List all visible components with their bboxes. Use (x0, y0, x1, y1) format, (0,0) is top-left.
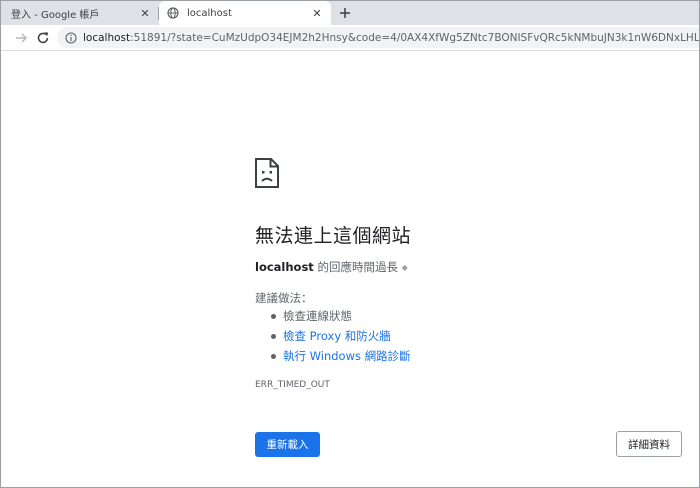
info-icon[interactable] (65, 31, 77, 44)
close-icon[interactable]: ✕ (309, 5, 325, 21)
summary-text: 的回應時間過長 (313, 260, 398, 274)
toolbar: localhost:51891/?state=CuMzUdpO34EJM2h2H… (1, 25, 700, 51)
close-icon[interactable]: ✕ (137, 5, 153, 21)
url-host: localhost (83, 31, 131, 44)
list-item: 檢查連線狀態 (255, 306, 411, 326)
suggestion-check-proxy-link[interactable]: 檢查 Proxy 和防火牆 (283, 329, 391, 343)
new-tab-button[interactable] (335, 3, 355, 23)
error-code: ERR_TIMED_OUT (255, 380, 330, 390)
address-bar[interactable]: localhost:51891/?state=CuMzUdpO34EJM2h2H… (57, 27, 700, 48)
reload-button[interactable] (33, 28, 53, 48)
list-item: 檢查 Proxy 和防火牆 (255, 326, 411, 346)
error-page: 無法連上這個網站 localhost 的回應時間過長 ◆ 建議做法： 檢查連線狀… (1, 51, 699, 487)
tab-google-login[interactable]: 登入 - Google 帳戶 ✕ (1, 1, 159, 25)
url-text: localhost:51891/?state=CuMzUdpO34EJM2h2H… (83, 31, 700, 44)
tab-localhost[interactable]: localhost ✕ (159, 1, 331, 25)
summary-host: localhost (255, 260, 314, 274)
list-item: 執行 Windows 網路診斷 (255, 346, 411, 366)
tab-strip: 登入 - Google 帳戶 ✕ localhost ✕ (1, 1, 699, 25)
plus-icon (340, 8, 350, 18)
url-rest: :51891/?state=CuMzUdpO34EJM2h2Hnsy&code=… (130, 31, 700, 44)
reload-icon (37, 32, 49, 44)
suggestion-check-connection: 檢查連線狀態 (283, 309, 352, 323)
tab-title: 登入 - Google 帳戶 (11, 9, 100, 21)
suggestion-network-diagnostics-link[interactable]: 執行 Windows 網路診斷 (283, 349, 411, 363)
details-button[interactable]: 詳細資料 (616, 431, 682, 457)
suggestions-list: 檢查連線狀態 檢查 Proxy 和防火牆 執行 Windows 網路診斷 (255, 306, 411, 366)
arrow-right-icon (16, 33, 28, 43)
error-heading: 無法連上這個網站 (255, 225, 412, 247)
reload-page-button[interactable]: 重新載入 (255, 432, 320, 457)
summary-dot: ◆ (401, 263, 408, 272)
back-button[interactable] (11, 28, 31, 48)
tab-title: localhost (187, 7, 232, 19)
error-summary: localhost 的回應時間過長 ◆ (255, 259, 408, 275)
suggestions-label: 建議做法： (255, 291, 313, 305)
browser-window: 登入 - Google 帳戶 ✕ localhost ✕ localhost:5… (0, 0, 700, 488)
globe-icon (167, 7, 179, 19)
sad-page-icon (255, 158, 279, 188)
